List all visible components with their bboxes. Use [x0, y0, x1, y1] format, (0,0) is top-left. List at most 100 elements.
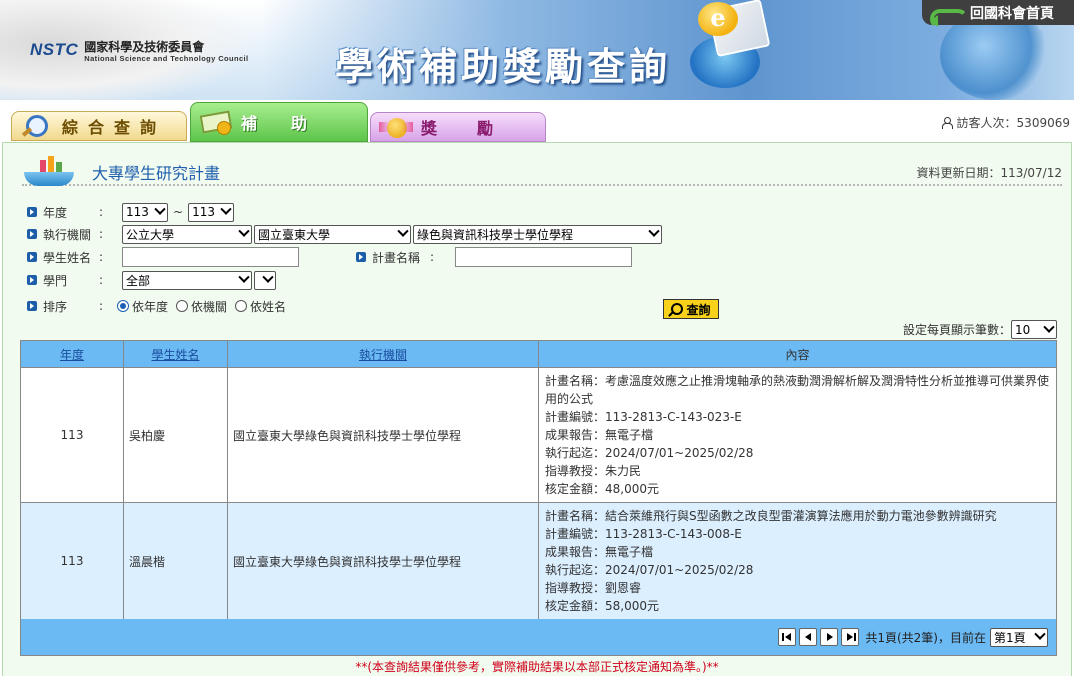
tab-subsidy-label: 補助 — [241, 114, 342, 133]
tab-award[interactable]: 獎勵 — [370, 112, 546, 142]
results-table: 年度 學生姓名 執行機關 內容 113 吳柏慶 國立臺東大學綠色與資訊科技學士學… — [20, 340, 1057, 620]
sort-by-year-radio[interactable] — [117, 300, 129, 312]
org-row: 執行機關 : 公立大學 國立臺東大學 綠色與資訊科技學士學位學程 — [27, 223, 662, 245]
chevron-down-icon — [238, 271, 250, 283]
table-row: 113 吳柏慶 國立臺東大學綠色與資訊科技學士學位學程 計畫名稱：考慮溫度效應之… — [20, 367, 1057, 503]
sort-by-org-label: 依機關 — [191, 299, 228, 314]
disclaimer: **(本查詢結果僅供參考，實際補助結果以本部正式核定通知為準。)** — [355, 660, 719, 674]
nstc-logo[interactable]: NSTC 國家科學及技術委員會 National Science and Tec… — [30, 40, 249, 68]
next-page-icon[interactable] — [820, 628, 839, 646]
project-name-input[interactable] — [455, 247, 632, 267]
sort-by-org-radio[interactable] — [176, 300, 189, 312]
header-org[interactable]: 執行機關 — [227, 340, 539, 368]
prev-page-icon[interactable] — [799, 628, 818, 646]
visitor-counter: 訪客人次：5309069 — [941, 114, 1070, 131]
logo-text: NSTC — [30, 40, 79, 59]
chevron-down-icon — [262, 271, 274, 283]
home-link-button[interactable]: 回國科會首頁 — [922, 0, 1074, 29]
chevron-down-icon — [220, 203, 232, 215]
page-summary: 共1頁(共2筆)，目前在 — [865, 630, 986, 645]
money-icon — [199, 109, 233, 135]
tab-search[interactable]: 綜合查詢 — [11, 111, 187, 141]
query-button[interactable]: 查詢 — [663, 299, 719, 319]
chevron-down-icon — [238, 225, 250, 237]
org-type-select[interactable]: 公立大學 — [122, 224, 252, 244]
return-arrow-icon — [930, 3, 968, 29]
chevron-down-icon — [648, 225, 660, 237]
org-name-cn: 國家科學及技術委員會 — [84, 40, 205, 54]
cell-year: 113 — [20, 502, 124, 620]
first-page-icon[interactable] — [778, 628, 797, 646]
medal-icon — [379, 114, 413, 140]
visitor-count-text: 訪客人次：5309069 — [956, 116, 1070, 130]
student-name-label: 學生姓名 — [43, 250, 92, 265]
chevron-down-icon — [154, 203, 166, 215]
project-period: 執行起迄：2024/07/01~2025/02/28 — [545, 563, 754, 577]
field-select[interactable]: 全部 — [122, 270, 252, 290]
sort-label: 排序 — [43, 299, 68, 314]
field-sub-select[interactable] — [254, 270, 276, 290]
year-to-select[interactable]: 113 — [188, 202, 235, 222]
header-content: 內容 — [538, 340, 1057, 368]
section-header: 大專學生研究計畫 資料更新日期：113/07/12 — [22, 156, 1062, 186]
e-logo-icon: e — [698, 2, 738, 36]
bullet-icon — [27, 252, 37, 262]
project-title: 計畫名稱：結合萊維飛行與S型函數之改良型雷灌演算法應用於動力電池參數辨識研究 — [545, 509, 997, 523]
sort-by-name-radio[interactable] — [235, 300, 248, 312]
project-name-label: 計畫名稱 — [372, 250, 421, 265]
field-row: 學門 : 全部 — [27, 269, 276, 291]
project-period: 執行起迄：2024/07/01~2025/02/28 — [545, 446, 754, 460]
org-name-en: National Science and Technology Council — [84, 54, 249, 63]
org-name: 國家科學及技術委員會 National Science and Technolo… — [84, 40, 248, 64]
project-advisor: 指導教授：朱力民 — [545, 464, 642, 478]
tab-search-label: 綜合查詢 — [62, 118, 167, 137]
table-row: 113 溫晨楷 國立臺東大學綠色與資訊科技學士學位學程 計畫名稱：結合萊維飛行與… — [20, 502, 1057, 620]
magnifier-icon — [20, 113, 54, 139]
cell-org: 國立臺東大學綠色與資訊科技學士學位學程 — [227, 502, 539, 620]
chevron-down-icon — [397, 225, 409, 237]
pagination-bar: 共1頁(共2筆)，目前在 第1頁 — [20, 619, 1057, 656]
table-header-row: 年度 學生姓名 執行機關 內容 — [20, 340, 1057, 368]
last-page-icon[interactable] — [841, 628, 860, 646]
per-page-select[interactable]: 10 — [1011, 320, 1057, 339]
tab-subsidy[interactable]: 補助 — [190, 102, 368, 142]
header-year[interactable]: 年度 — [20, 340, 124, 368]
cell-student-name: 吳柏慶 — [123, 367, 228, 503]
search-icon — [671, 303, 684, 315]
per-page-setting: 設定每頁顯示筆數： 10 — [903, 320, 1057, 339]
year-from-select[interactable]: 113 — [122, 202, 168, 222]
sort-by-year-label: 依年度 — [132, 299, 169, 314]
student-name-input[interactable] — [122, 247, 299, 267]
chevron-down-icon — [1043, 321, 1055, 333]
per-page-label: 設定每頁顯示筆數： — [902, 323, 1011, 337]
home-link-label: 回國科會首頁 — [970, 5, 1054, 22]
sort-row: 排序 : 依年度 依機關 依姓名 — [27, 295, 294, 317]
org-school-select[interactable]: 國立臺東大學 — [254, 224, 411, 244]
cell-year: 113 — [20, 367, 124, 503]
year-separator: ~ — [173, 205, 184, 219]
project-amount: 核定金額：48,000元 — [545, 482, 659, 496]
project-report: 成果報告：無電子檔 — [545, 545, 654, 559]
header-student-name[interactable]: 學生姓名 — [123, 340, 228, 368]
bullet-icon — [356, 252, 366, 262]
section-title: 大專學生研究計畫 — [92, 164, 221, 183]
project-report: 成果報告：無電子檔 — [545, 428, 654, 442]
org-label: 執行機關 — [43, 227, 92, 242]
year-row: 年度 : 113 ~ 113 — [27, 201, 235, 223]
name-row: 學生姓名 : 計畫名稱 : — [27, 246, 632, 268]
update-date: 資料更新日期：113/07/12 — [916, 166, 1062, 180]
bullet-icon — [27, 275, 37, 285]
site-title: 學術補助獎勵查詢 — [335, 44, 672, 89]
cell-content: 計畫名稱：結合萊維飛行與S型函數之改良型雷灌演算法應用於動力電池參數辨識研究 計… — [538, 502, 1057, 620]
page-select[interactable]: 第1頁 — [990, 627, 1048, 647]
org-dept-select[interactable]: 綠色與資訊科技學士學位學程 — [413, 224, 662, 244]
project-number: 計畫編號：113-2813-C-143-008-E — [545, 527, 742, 541]
sort-by-name-label: 依姓名 — [250, 299, 287, 314]
chart-hand-icon — [24, 154, 76, 188]
cell-content: 計畫名稱：考慮溫度效應之止推滑塊軸承的熱液動潤滑解析解及潤滑特性分析並推導可供業… — [538, 367, 1057, 503]
year-label: 年度 — [43, 205, 68, 220]
bullet-icon — [27, 207, 37, 217]
query-button-label: 查詢 — [686, 302, 711, 317]
tab-award-label: 獎勵 — [421, 119, 534, 138]
cell-org: 國立臺東大學綠色與資訊科技學士學位學程 — [227, 367, 539, 503]
